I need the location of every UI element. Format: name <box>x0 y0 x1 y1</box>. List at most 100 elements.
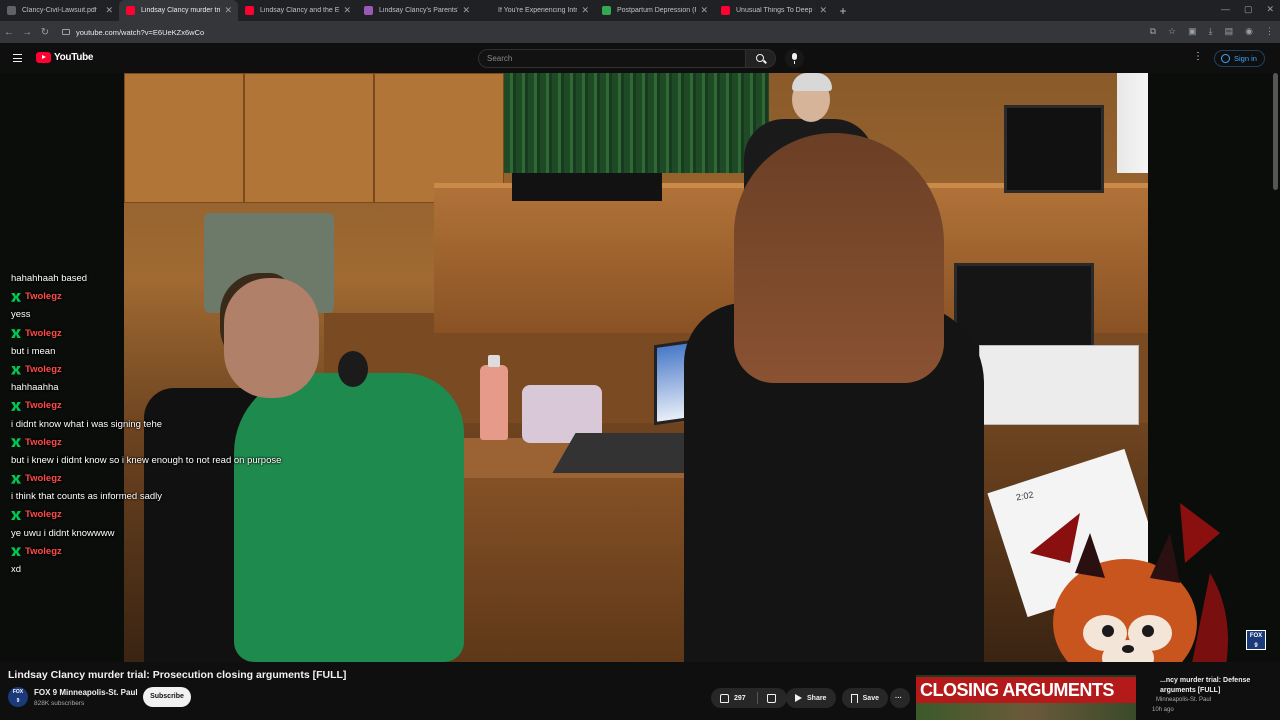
tab-label: Clancy-Civil-Lawsuit.pdf <box>22 7 97 14</box>
dislike-icon[interactable] <box>766 693 776 703</box>
browser-menu-icon[interactable]: ⋮ <box>1265 26 1274 37</box>
chat-username-text: Twolegz <box>25 363 62 375</box>
share-button[interactable]: Share <box>786 688 836 708</box>
share-icon <box>795 694 802 702</box>
thumbnail-scene <box>916 703 1136 720</box>
monitor <box>512 173 662 201</box>
sidebar-icon[interactable]: ▤ <box>1225 26 1234 37</box>
chat-badge-icon <box>11 329 21 339</box>
page-scrollbar[interactable] <box>1273 73 1278 190</box>
tab-clancy-civil-lawsuit[interactable]: Clancy-Civil-Lawsuit.pdf ✕ <box>0 0 119 21</box>
profile-icon[interactable]: ◉ <box>1245 26 1253 37</box>
chat-badge-icon <box>11 401 21 411</box>
red-panda-demon-mascot <box>1030 503 1228 662</box>
hamburger-menu-icon[interactable] <box>13 54 22 62</box>
channel-name[interactable]: FOX 9 Minneapolis-St. Paul <box>34 688 138 697</box>
tab-postpartum-depression[interactable]: Postpartum Depression (PPD) | ✕ <box>595 0 714 21</box>
chat-message: i think that counts as informed sadly <box>11 491 163 503</box>
channel-avatar[interactable]: FOX 9 <box>8 687 28 707</box>
tab-label: If You're Experiencing Intrusiv <box>498 7 578 14</box>
tab-lindsay-clancy-murder-trial[interactable]: Lindsay Clancy murder tri ✕ <box>119 0 238 21</box>
chat-username-text: Twolegz <box>25 327 62 339</box>
chat-message: hahahhaah based <box>11 273 88 284</box>
related-video-title[interactable]: ...ncy murder trial: Defense arguments [… <box>1160 676 1270 696</box>
related-video-age: 10h ago <box>1152 707 1174 713</box>
tab-label: Lindsay Clancy murder tri <box>141 7 221 14</box>
chat-message: but i knew i didnt know so i knew enough… <box>11 454 282 466</box>
divider <box>756 692 758 704</box>
subscribe-button[interactable]: Subscribe <box>143 687 191 707</box>
video-player[interactable]: 2:02 hahahhaah based Twolegz yess Twolegz bu… <box>0 73 1280 662</box>
url-field[interactable]: youtube.com/watch?v=E6UeKZx6wCo <box>62 28 204 37</box>
tab-label: Lindsay Clancy's Parents' $1 Mi <box>379 7 459 14</box>
like-count[interactable]: 297 <box>734 695 746 702</box>
window-controls: — ▢ ✕ <box>1221 4 1274 15</box>
address-bar: ← → ↻ youtube.com/watch?v=E6UeKZx6wCo ⧉ … <box>0 21 1280 43</box>
save-label: Save <box>862 694 879 702</box>
chat-username-text: Twolegz <box>25 400 62 412</box>
sign-in-button[interactable]: Sign in <box>1214 50 1265 67</box>
minimize-icon[interactable]: — <box>1221 4 1230 15</box>
close-tab-icon[interactable]: ✕ <box>343 5 351 16</box>
judge-hair <box>792 73 832 91</box>
tab-intrusive-thoughts[interactable]: If You're Experiencing Intrusiv ✕ <box>476 0 595 21</box>
chat-message: hahhaahha <box>11 382 59 394</box>
extensions-icon[interactable]: ▣ <box>1188 26 1197 37</box>
bookmark-star-icon[interactable]: ☆ <box>1168 26 1176 37</box>
youtube-masthead: YouTube Search ⋮ Sign in <box>0 43 1280 73</box>
back-icon[interactable]: ← <box>0 27 18 38</box>
avatar-text-top: FOX <box>12 689 24 695</box>
tab-strip: Clancy-Civil-Lawsuit.pdf ✕ Lindsay Clanc… <box>0 0 1280 21</box>
youtube-logo[interactable]: YouTube <box>36 52 94 63</box>
chat-username: Twolegz <box>0 361 420 379</box>
voice-search-mic-icon[interactable] <box>785 49 804 68</box>
youtube-favicon-icon <box>245 6 254 15</box>
related-video-channel[interactable]: Minneapolis-St. Paul <box>1156 697 1211 703</box>
chat-message: i didnt know what i was signing tehe <box>11 418 163 430</box>
browser-window: Clancy-Civil-Lawsuit.pdf ✕ Lindsay Clanc… <box>0 0 1280 720</box>
thumbnail-banner: CLOSING ARGUMENTS <box>916 677 1136 703</box>
chat-badge-icon <box>11 547 21 557</box>
watermark-bottom: 9 <box>1254 643 1258 649</box>
close-tab-icon[interactable]: ✕ <box>462 5 470 16</box>
site-favicon-icon <box>364 6 373 15</box>
chat-message: but i mean <box>11 345 56 357</box>
avatar-text-bottom: 9 <box>16 698 20 704</box>
chat-badge-icon <box>11 438 21 448</box>
maximize-icon[interactable]: ▢ <box>1244 4 1253 15</box>
new-tab-icon[interactable]: + <box>833 4 853 18</box>
water-bottle <box>480 355 508 440</box>
reload-icon[interactable]: ↻ <box>36 27 54 38</box>
close-window-icon[interactable]: ✕ <box>1266 4 1274 15</box>
cast-icon[interactable]: ⧉ <box>1150 26 1156 37</box>
more-actions-button[interactable]: ··· <box>890 688 910 708</box>
close-tab-icon[interactable]: ✕ <box>581 5 589 16</box>
related-video-thumbnail[interactable]: CLOSING ARGUMENTS <box>916 675 1136 720</box>
forward-icon[interactable]: → <box>18 27 36 38</box>
chat-username: Twolegz <box>0 506 420 524</box>
video-title: Lindsay Clancy murder trial: Prosecution… <box>8 669 347 681</box>
fox9-watermark: FOX 9 <box>1246 630 1266 650</box>
pdf-icon <box>7 6 16 15</box>
download-icon[interactable]: ⤓ <box>1209 26 1213 37</box>
tab-clancy-parents[interactable]: Lindsay Clancy's Parents' $1 Mi ✕ <box>357 0 476 21</box>
tab-lindsay-clancy-evidence[interactable]: Lindsay Clancy and the Evidenc ✕ <box>238 0 357 21</box>
youtube-favicon-icon <box>126 6 135 15</box>
site-favicon-icon <box>602 6 611 15</box>
close-tab-icon[interactable]: ✕ <box>224 5 232 16</box>
chat-username-text: Twolegz <box>25 545 62 557</box>
site-info-icon[interactable] <box>62 29 70 35</box>
close-tab-icon[interactable]: ✕ <box>819 5 827 16</box>
close-tab-icon[interactable]: ✕ <box>105 5 113 16</box>
chat-badge-icon <box>11 474 21 484</box>
save-button[interactable]: Save <box>842 688 888 708</box>
like-icon[interactable] <box>720 693 729 703</box>
search-input[interactable]: Search <box>478 49 746 68</box>
sign-in-label: Sign in <box>1234 54 1257 63</box>
settings-kebab-icon[interactable]: ⋮ <box>1193 51 1203 62</box>
save-icon <box>851 693 858 703</box>
tab-deep-fry[interactable]: Unusual Things To Deep Fry - Y ✕ <box>714 0 833 21</box>
search-button[interactable] <box>746 49 776 68</box>
chat-message: yess <box>11 309 31 321</box>
close-tab-icon[interactable]: ✕ <box>700 5 708 16</box>
